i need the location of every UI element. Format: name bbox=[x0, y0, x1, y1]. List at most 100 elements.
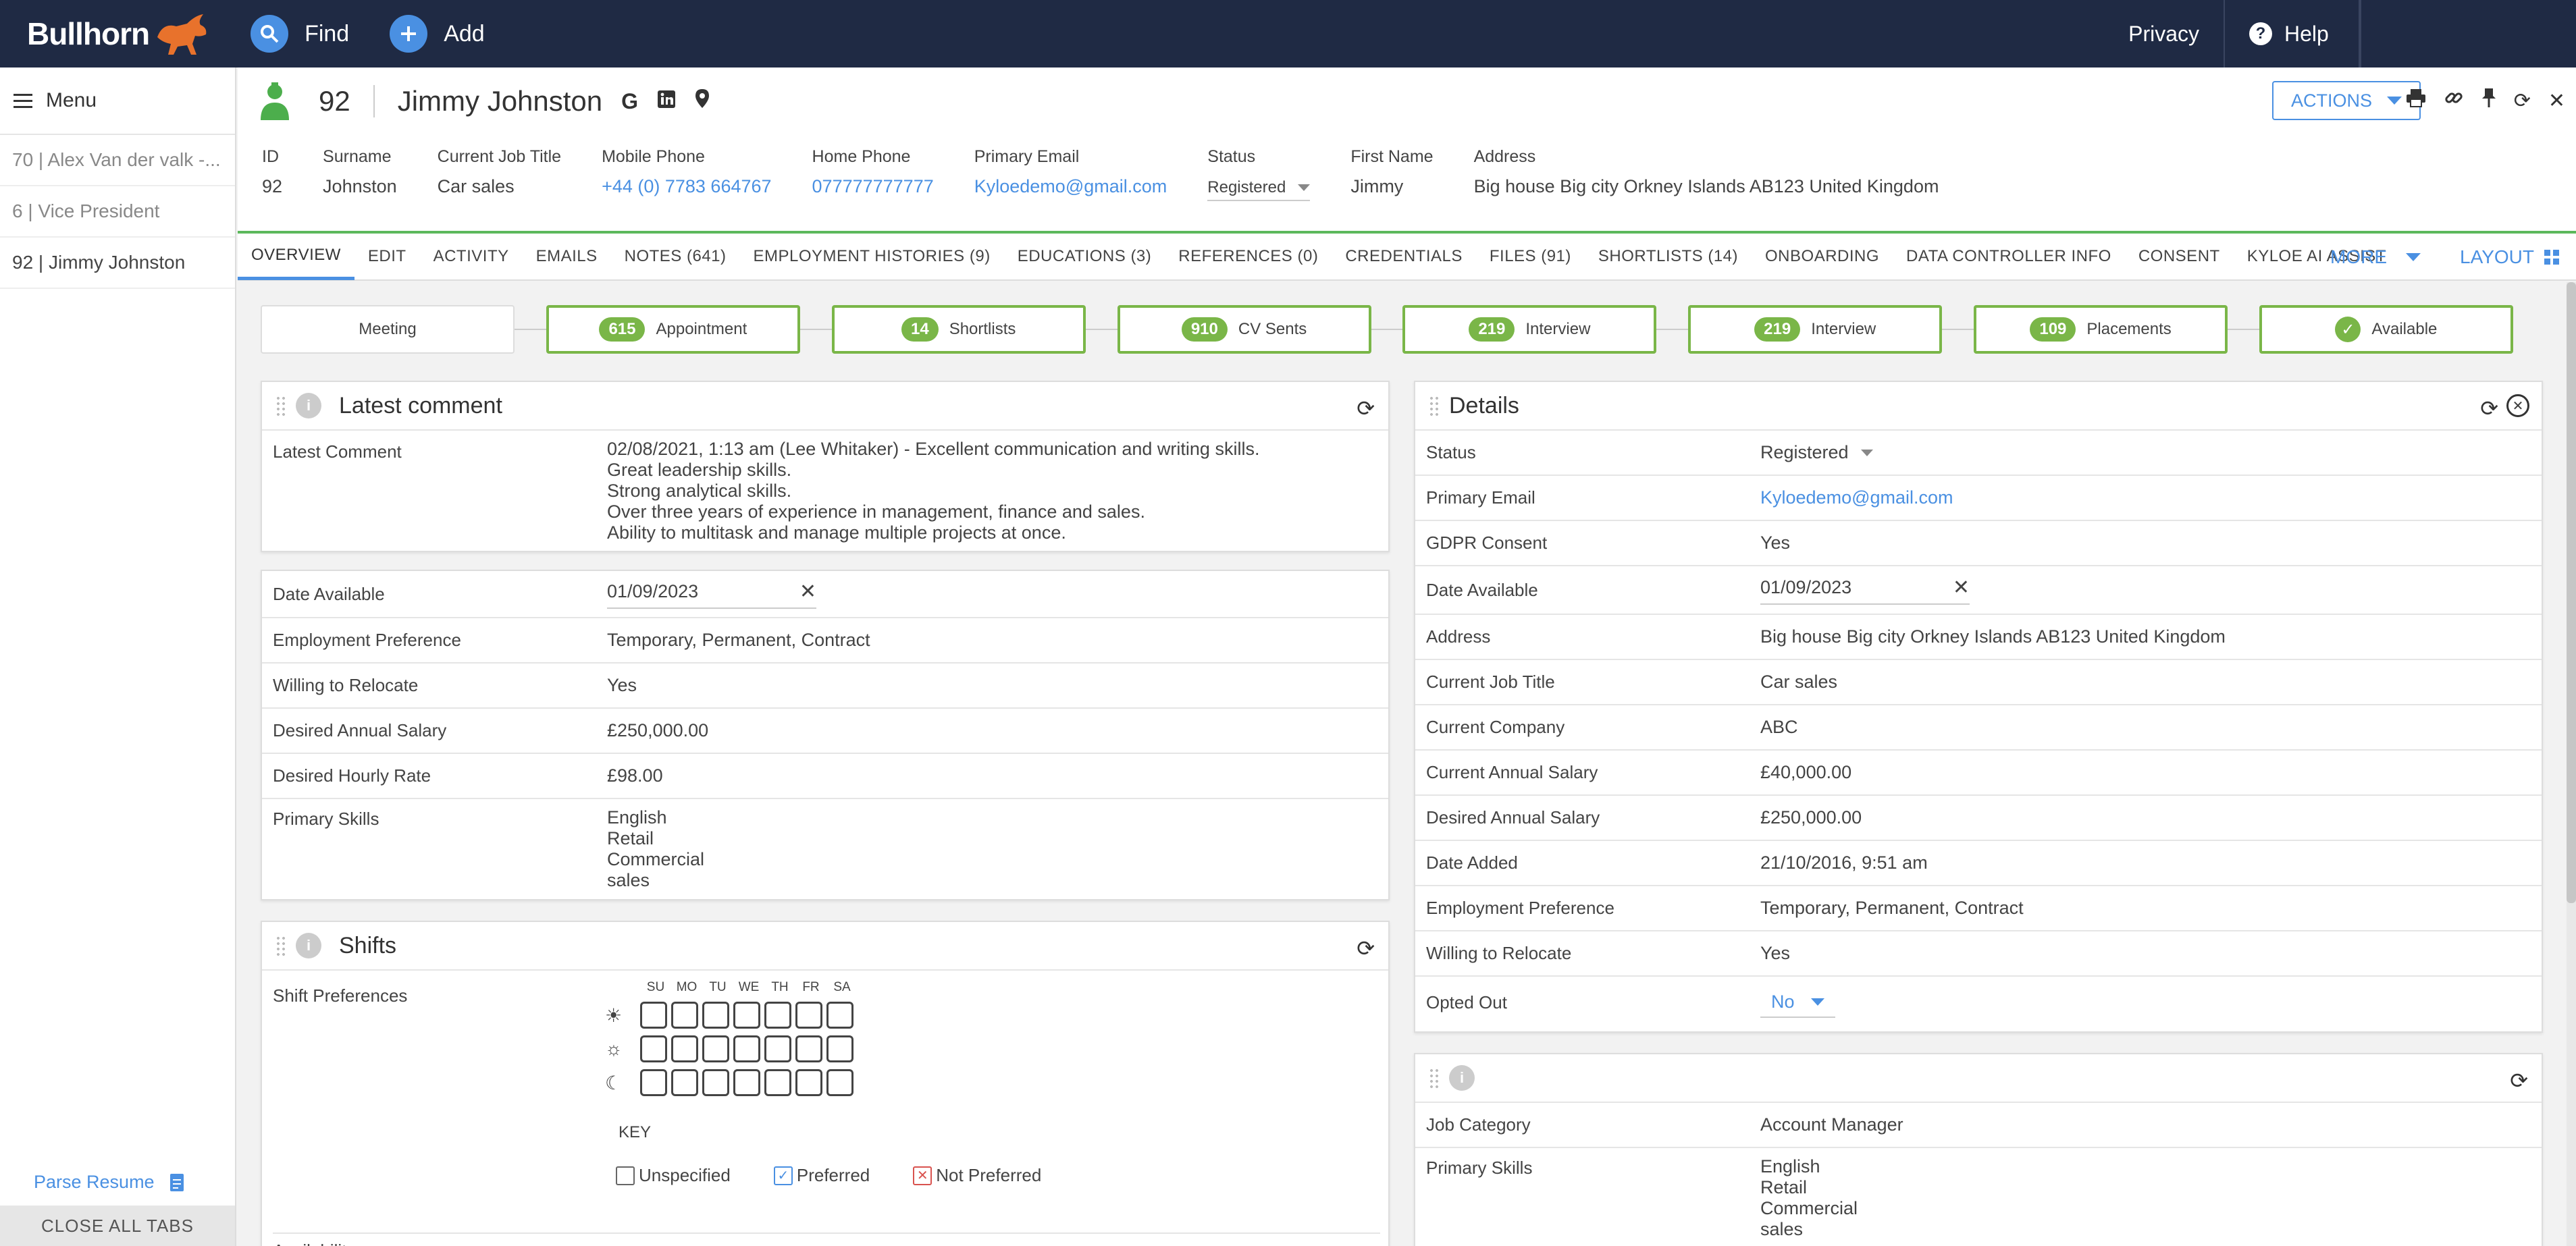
pin-icon[interactable] bbox=[2481, 88, 2496, 113]
layout-button[interactable]: LAYOUT bbox=[2460, 234, 2560, 281]
field-value: ABC bbox=[1760, 717, 1798, 737]
tab-overview[interactable]: OVERVIEW bbox=[238, 233, 354, 280]
info-icon[interactable]: i bbox=[296, 393, 321, 418]
tab-educations[interactable]: EDUCATIONS (3) bbox=[1004, 233, 1165, 280]
tab-edit[interactable]: EDIT bbox=[354, 233, 420, 280]
map-pin-icon[interactable] bbox=[695, 88, 710, 114]
shift-checkbox[interactable] bbox=[702, 1069, 729, 1096]
status-select[interactable]: Registered bbox=[1207, 178, 1311, 201]
clear-icon[interactable]: ✕ bbox=[1953, 576, 1970, 599]
crossed-box-icon: ✕ bbox=[913, 1166, 932, 1185]
day-label: MO bbox=[676, 980, 698, 994]
parse-resume-link[interactable]: Parse Resume bbox=[34, 1172, 184, 1193]
pipeline-stage-cv-sents[interactable]: 910 CV Sents bbox=[1117, 305, 1371, 354]
shift-checkbox[interactable] bbox=[671, 1002, 698, 1029]
scrollbar-thumb[interactable] bbox=[2567, 282, 2576, 903]
shift-checkbox[interactable] bbox=[826, 1002, 853, 1029]
linkedin-icon[interactable] bbox=[657, 89, 676, 114]
refresh-icon[interactable]: ⟳ bbox=[1357, 396, 1375, 421]
refresh-icon[interactable]: ⟳ bbox=[2510, 1068, 2528, 1093]
shift-checkbox[interactable] bbox=[795, 1002, 822, 1029]
shift-checkbox[interactable] bbox=[764, 1069, 791, 1096]
home-phone-link[interactable]: 077777777777 bbox=[812, 176, 934, 197]
shift-checkbox[interactable] bbox=[733, 1069, 760, 1096]
drag-handle-icon[interactable] bbox=[275, 936, 286, 956]
comment-line: Ability to multitask and manage multiple… bbox=[607, 522, 1066, 543]
shift-checkbox[interactable] bbox=[795, 1035, 822, 1062]
pipeline-stage-appointment[interactable]: 615 Appointment bbox=[546, 305, 800, 354]
header-field-email: Primary Email Kyloedemo@gmail.com bbox=[974, 147, 1167, 201]
tab-files[interactable]: FILES (91) bbox=[1476, 233, 1585, 280]
shift-checkbox[interactable] bbox=[764, 1002, 791, 1029]
pipeline-stage-available[interactable]: ✓ Available bbox=[2259, 305, 2513, 354]
more-tabs-dropdown[interactable]: MORE bbox=[2330, 234, 2421, 281]
refresh-icon[interactable]: ⟳ bbox=[2480, 396, 2498, 421]
tab-credentials[interactable]: CREDENTIALS bbox=[1332, 233, 1476, 280]
tab-employment-histories[interactable]: EMPLOYMENT HISTORIES (9) bbox=[740, 233, 1004, 280]
find-button[interactable]: Find bbox=[251, 15, 349, 53]
date-available-input[interactable]: 01/09/2023 ✕ bbox=[607, 580, 816, 609]
email-link[interactable]: Kyloedemo@gmail.com bbox=[1760, 487, 2531, 508]
latest-comment-row: Latest Comment 02/08/2021, 1:13 am (Lee … bbox=[262, 431, 1388, 551]
shift-checkbox[interactable] bbox=[764, 1035, 791, 1062]
privacy-link[interactable]: Privacy bbox=[2104, 0, 2225, 67]
info-icon[interactable]: i bbox=[1449, 1065, 1475, 1091]
shift-checkbox[interactable] bbox=[640, 1002, 667, 1029]
pipeline-stage-interview[interactable]: 219 Interview bbox=[1402, 305, 1657, 354]
shift-checkbox[interactable] bbox=[826, 1035, 853, 1062]
print-icon[interactable] bbox=[2406, 88, 2426, 113]
email-link[interactable]: Kyloedemo@gmail.com bbox=[974, 176, 1167, 197]
shift-checkbox[interactable] bbox=[702, 1002, 729, 1029]
menu-toggle[interactable]: Menu bbox=[0, 67, 235, 135]
tab-consent[interactable]: CONSENT bbox=[2125, 233, 2234, 280]
shift-checkbox[interactable] bbox=[671, 1035, 698, 1062]
field-label: Date Available bbox=[273, 583, 385, 604]
email-row: Primary Email Kyloedemo@gmail.com bbox=[1415, 476, 2542, 521]
shift-checkbox[interactable] bbox=[733, 1035, 760, 1062]
shift-checkbox[interactable] bbox=[702, 1035, 729, 1062]
bullhorn-logo[interactable]: Bullhorn bbox=[27, 10, 210, 57]
link-icon[interactable] bbox=[2444, 88, 2464, 113]
date-available-input[interactable]: 01/09/2023 ✕ bbox=[1760, 576, 1970, 605]
opted-out-select[interactable]: No bbox=[1760, 987, 1835, 1018]
skill-item: English bbox=[1760, 1156, 1820, 1176]
pipeline-stage-interview-2[interactable]: 219 Interview bbox=[1688, 305, 1943, 354]
google-icon[interactable]: G bbox=[621, 89, 638, 114]
clear-icon[interactable]: ✕ bbox=[799, 580, 816, 603]
tab-activity[interactable]: ACTIVITY bbox=[420, 233, 523, 280]
tab-data-controller-info[interactable]: DATA CONTROLLER INFO bbox=[1893, 233, 2125, 280]
tab-emails[interactable]: EMAILS bbox=[523, 233, 611, 280]
recent-item-active[interactable]: 92 | Jimmy Johnston bbox=[0, 238, 235, 289]
shift-checkbox[interactable] bbox=[640, 1035, 667, 1062]
tab-notes[interactable]: NOTES (641) bbox=[611, 233, 740, 280]
tab-onboarding[interactable]: ONBOARDING bbox=[1752, 233, 1893, 280]
close-circle-icon[interactable]: ✕ bbox=[2506, 394, 2529, 417]
header-field-id: ID 92 bbox=[262, 147, 282, 201]
drag-handle-icon[interactable] bbox=[275, 396, 286, 416]
header-fields: ID 92 Surname Johnston Current Job Title Ca… bbox=[262, 147, 1979, 201]
tab-shortlists[interactable]: SHORTLISTS (14) bbox=[1585, 233, 1752, 280]
mobile-phone-link[interactable]: +44 (0) 7783 664767 bbox=[602, 176, 771, 197]
close-icon[interactable]: ✕ bbox=[2548, 89, 2565, 113]
add-button[interactable]: Add bbox=[390, 15, 485, 53]
pipeline-stage-placements[interactable]: 109 Placements bbox=[1974, 305, 2228, 354]
tab-references[interactable]: REFERENCES (0) bbox=[1165, 233, 1332, 280]
recent-item[interactable]: 70 | Alex Van der valk -... bbox=[0, 135, 235, 186]
shift-checkbox[interactable] bbox=[640, 1069, 667, 1096]
pipeline-stage-shortlists[interactable]: 14 Shortlists bbox=[831, 305, 1086, 354]
shift-checkbox[interactable] bbox=[795, 1069, 822, 1096]
refresh-icon[interactable]: ⟳ bbox=[2514, 89, 2531, 113]
scrollbar[interactable] bbox=[2567, 282, 2576, 1246]
shift-checkbox[interactable] bbox=[826, 1069, 853, 1096]
close-all-tabs-button[interactable]: CLOSE ALL TABS bbox=[0, 1206, 235, 1246]
drag-handle-icon[interactable] bbox=[1429, 1068, 1440, 1088]
info-icon[interactable]: i bbox=[296, 933, 321, 958]
pipeline-stage-meeting[interactable]: Meeting bbox=[261, 305, 515, 354]
shift-checkbox[interactable] bbox=[671, 1069, 698, 1096]
drag-handle-icon[interactable] bbox=[1429, 396, 1440, 416]
shift-checkbox[interactable] bbox=[733, 1002, 760, 1029]
status-select[interactable]: Registered bbox=[1760, 442, 1873, 463]
help-link[interactable]: ? Help bbox=[2225, 0, 2360, 67]
recent-item[interactable]: 6 | Vice President bbox=[0, 186, 235, 238]
refresh-icon[interactable]: ⟳ bbox=[1357, 936, 1375, 961]
